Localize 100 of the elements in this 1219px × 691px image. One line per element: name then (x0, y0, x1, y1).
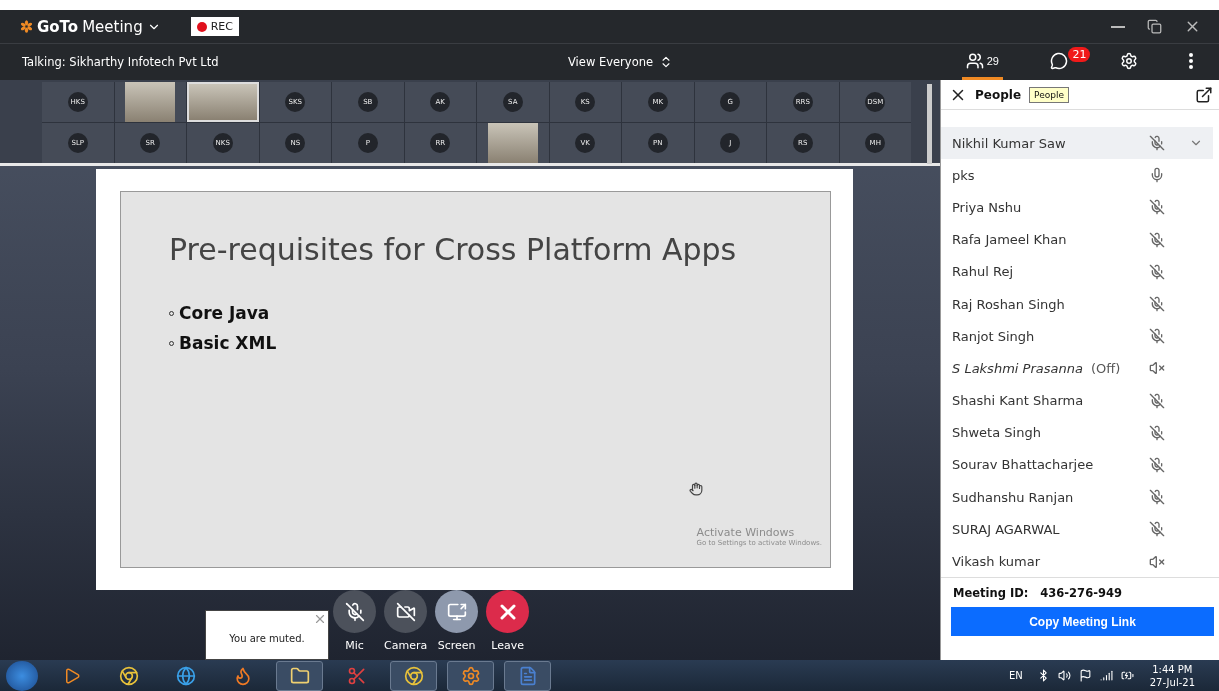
speaker-off-icon (1149, 553, 1165, 570)
muted-mic-icon (1149, 135, 1165, 152)
talking-label: Talking: Sikharthy Infotech Pvt Ltd (22, 55, 220, 69)
muted-mic-icon (1149, 231, 1165, 248)
start-button[interactable] (6, 660, 38, 691)
clock[interactable]: 1:44 PM 27-Jul-21 (1149, 662, 1195, 689)
participant-tile[interactable] (114, 82, 186, 122)
scissors-icon (346, 665, 367, 686)
taskbar-app[interactable] (447, 660, 494, 691)
tooltip: People (1029, 86, 1069, 103)
muted-mic-icon (1149, 456, 1165, 473)
taskbar-app[interactable] (390, 660, 437, 691)
volume-icon[interactable] (1057, 669, 1071, 682)
microphone-icon (1149, 167, 1165, 184)
pop-out-button[interactable] (1195, 85, 1213, 104)
participant-row[interactable]: Ranjot Singh (941, 320, 1213, 353)
participant-row[interactable]: Nikhil Kumar Saw (941, 127, 1213, 160)
participant-row[interactable]: Vikash kumar (941, 545, 1213, 577)
unread-badge: 21 (1068, 47, 1091, 62)
control-label: Screen (437, 639, 476, 652)
toast-text: You are muted. (229, 632, 305, 644)
participant-row[interactable]: SURAJ AGARWAL (941, 513, 1213, 546)
settings-icon (1119, 51, 1138, 70)
speaker-off-icon (1149, 360, 1165, 377)
app-logo[interactable]: GoTo Meeting (20, 17, 161, 36)
participant-name: Rafa Jameel Khan (952, 232, 1068, 248)
globe-icon (175, 665, 196, 686)
participant-name: S Lakshmi Prasanna (952, 360, 1083, 376)
participant-name: Nikhil Kumar Saw (952, 135, 1067, 151)
screen-icon (446, 601, 467, 622)
participant-row[interactable]: Raj Roshan Singh (941, 287, 1213, 321)
control-label: Leave (491, 639, 525, 652)
muted-mic-icon (1149, 296, 1165, 313)
muted-mic-icon (1149, 489, 1165, 506)
participant-status: (Off) (1090, 360, 1122, 376)
scrollbar[interactable] (927, 84, 932, 164)
mic-button[interactable] (333, 590, 376, 633)
participant-name: Ranjot Singh (952, 328, 1036, 344)
close-icon (313, 612, 327, 626)
view-selector[interactable]: View Everyone (562, 54, 680, 70)
participant-tile[interactable] (477, 123, 549, 163)
participant-name: Raj Roshan Singh (952, 296, 1066, 312)
muted-mic-icon (1149, 263, 1165, 280)
muted-mic-icon (1149, 521, 1165, 538)
taskbar-app[interactable] (276, 660, 323, 691)
participant-row[interactable]: Sudhanshu Ranjan (941, 481, 1213, 514)
muted-mic-icon (1149, 328, 1165, 345)
participant-row[interactable]: Shashi Kant Sharma (941, 384, 1213, 417)
meeting-id-label: Meeting ID: (953, 586, 1029, 600)
participant-row[interactable]: Priya Nshu (941, 191, 1213, 224)
participant-row[interactable]: Rafa Jameel Khan (941, 223, 1213, 256)
video-placeholder (125, 82, 176, 122)
restore-icon (1147, 19, 1162, 34)
people-icon (965, 51, 984, 70)
gear-icon (460, 665, 481, 686)
minimize-icon (1111, 25, 1125, 28)
participant-name: Priya Nshu (952, 199, 1023, 215)
more-icon (1189, 52, 1194, 69)
participant-name: Vikash kumar (952, 554, 1041, 570)
participant-name: SURAJ AGARWAL (952, 521, 1061, 537)
hand-cursor-icon (689, 482, 703, 496)
language-indicator[interactable]: EN (1008, 670, 1023, 681)
participant-row[interactable]: Rahul Rej (941, 255, 1213, 288)
screen-button[interactable] (435, 590, 479, 633)
panel-title: People (975, 87, 1022, 102)
camera-button[interactable] (384, 590, 428, 633)
battery-icon[interactable] (1120, 669, 1134, 682)
participant-tile[interactable] (187, 82, 259, 122)
control-label: Mic (345, 639, 364, 652)
participant-row[interactable]: Shweta Singh (941, 416, 1213, 449)
participant-name: Sudhanshu Ranjan (952, 489, 1075, 505)
copy-link-button[interactable]: Copy Meeting Link (951, 607, 1214, 636)
participant-name: pks (952, 167, 976, 183)
camera-off-icon (395, 601, 416, 622)
signal-icon[interactable] (1099, 669, 1113, 682)
muted-mic-icon (1149, 199, 1165, 216)
meeting-id: 436-276-949 (1040, 586, 1122, 600)
muted-mic-icon (344, 601, 365, 622)
video-placeholder (189, 84, 257, 120)
slide-title: Pre-requisites for Cross Platform Apps (169, 232, 738, 267)
video-placeholder (487, 123, 538, 163)
participant-name: Sourav Bhattacharjee (952, 457, 1095, 473)
browser-icon (118, 665, 139, 686)
muted-mic-icon (1149, 424, 1165, 441)
participant-name: Shweta Singh (952, 425, 1042, 441)
participant-row[interactable]: S Lakshmi Prasanna (Off) (941, 352, 1213, 385)
flower-logo-icon (20, 20, 33, 33)
control-label: Camera (384, 639, 428, 652)
participant-row[interactable]: pks (941, 159, 1213, 192)
leave-button[interactable] (486, 590, 530, 633)
flag-icon[interactable] (1078, 669, 1092, 682)
browser-icon (403, 665, 424, 686)
participant-name: Rahul Rej (952, 264, 1014, 280)
chat-bubble-icon (1050, 51, 1069, 70)
activation-notice: Activate Windows (696, 526, 796, 539)
bullet-text: Basic XML (179, 333, 277, 353)
participant-row[interactable]: Sourav Bhattacharjee (941, 448, 1213, 482)
recording-indicator: REC (190, 17, 239, 36)
pop-out-icon (1195, 85, 1213, 104)
folder-icon (289, 665, 310, 686)
